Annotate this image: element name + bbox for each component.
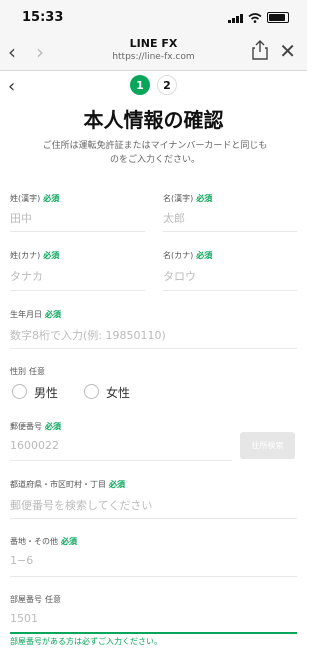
page-title: 本人情報の確認 xyxy=(83,108,224,132)
street-label: 番地・その他 必須 xyxy=(10,537,77,546)
prefecture-city-label: 都道府県・市区町村・丁目 必須 xyxy=(10,480,125,489)
required-badge: 必須 xyxy=(43,194,60,203)
last-name-kanji-label: 姓(漢字) 必須 xyxy=(10,194,60,203)
gender-female-radio[interactable] xyxy=(84,384,99,399)
first-name-kana-input[interactable]: タロウ xyxy=(163,268,196,284)
last-name-kana-label: 姓(カナ) 必須 xyxy=(10,251,60,260)
gender-male-radio[interactable] xyxy=(12,384,27,399)
divider xyxy=(10,576,297,577)
gender-female-label[interactable]: 女性 xyxy=(106,384,130,401)
divider xyxy=(10,348,297,349)
required-badge: 必須 xyxy=(45,422,61,431)
divider xyxy=(10,518,297,519)
required-badge: 必須 xyxy=(196,251,213,260)
address-search-button[interactable]: 住所検索 xyxy=(240,432,295,459)
divider xyxy=(163,231,297,232)
share-icon[interactable] xyxy=(251,40,269,60)
room-label: 部屋番号 任意 xyxy=(10,595,61,604)
divider xyxy=(163,290,297,291)
close-icon[interactable]: ✕ xyxy=(279,39,296,63)
step-indicator: 1 2 xyxy=(130,75,177,95)
required-badge: 必須 xyxy=(61,537,77,546)
status-time: 15:33 xyxy=(22,10,64,25)
status-bar: 15:33 xyxy=(0,0,307,34)
optional-badge: 任意 xyxy=(29,367,45,376)
optional-badge: 任意 xyxy=(45,595,61,604)
last-name-kanji-input[interactable]: 田中 xyxy=(10,210,32,226)
last-name-kana-input[interactable]: タナカ xyxy=(10,268,43,284)
page-description: ご住所は運転免許証またはマイナンバーカードと同じものをご入力ください。 xyxy=(42,141,268,165)
first-name-kanji-input[interactable]: 太郎 xyxy=(163,210,185,226)
birthdate-label: 生年月日 必須 xyxy=(10,310,61,319)
required-badge: 必須 xyxy=(196,194,213,203)
birthdate-input[interactable]: 数字8桁で入力(例: 19850110) xyxy=(10,327,166,343)
page-back-button[interactable]: ‹ xyxy=(8,76,15,97)
postal-code-input[interactable]: 1600022 xyxy=(10,439,59,452)
status-icons xyxy=(228,12,289,23)
required-badge: 必須 xyxy=(43,251,60,260)
divider xyxy=(10,231,145,232)
signal-icon xyxy=(228,13,243,23)
gender-label: 性別 任意 xyxy=(10,367,45,376)
browser-bar: ‹ › LINE FX https://line-fx.com ✕ xyxy=(0,34,307,71)
required-badge: 必須 xyxy=(45,310,61,319)
first-name-kanji-label: 名(漢字) 必須 xyxy=(163,194,213,203)
room-input[interactable]: 1501 xyxy=(10,612,38,625)
step-2: 2 xyxy=(157,75,177,95)
wifi-icon xyxy=(248,12,262,23)
postal-code-label: 郵便番号 必須 xyxy=(10,422,61,431)
gender-male-label[interactable]: 男性 xyxy=(34,384,58,401)
required-badge: 必須 xyxy=(109,480,125,489)
divider xyxy=(10,290,145,291)
first-name-kana-label: 名(カナ) 必須 xyxy=(163,251,213,260)
street-input[interactable]: 1−6 xyxy=(10,554,33,567)
prefecture-city-input[interactable]: 郵便番号を検索してください xyxy=(10,497,152,513)
room-hint: 部屋番号がある方は必ずご入力ください。 xyxy=(10,637,162,646)
battery-icon xyxy=(267,12,289,23)
room-focus-underline xyxy=(10,632,297,634)
step-1: 1 xyxy=(130,75,150,95)
divider xyxy=(10,460,232,461)
